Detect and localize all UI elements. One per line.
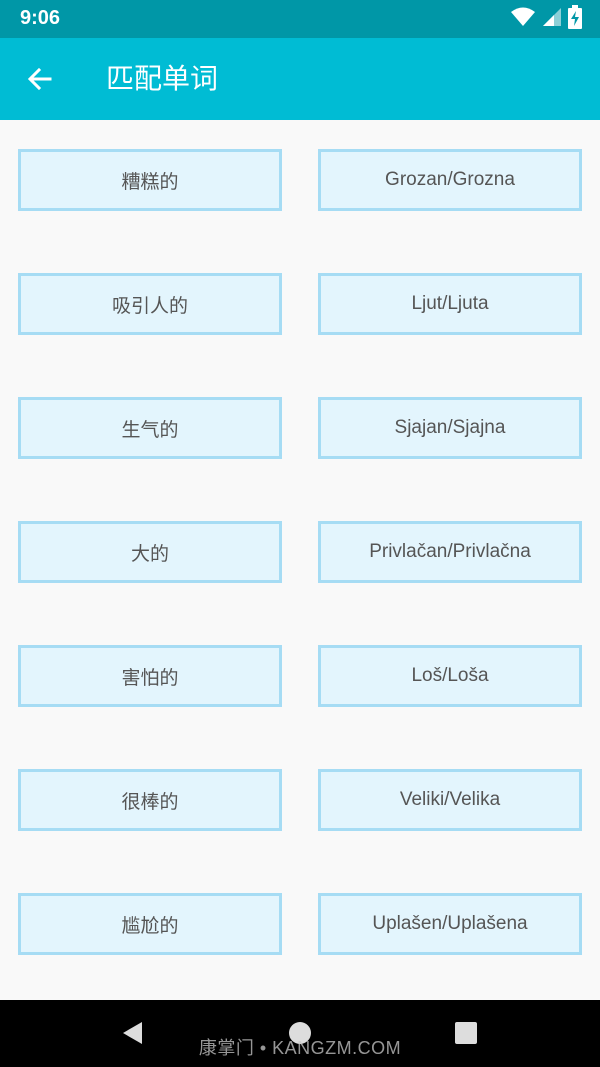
page-title: 匹配单词 — [106, 62, 219, 95]
right-word-card[interactable]: Sjajan/Sjajna — [318, 397, 582, 459]
match-words-grid: 糟糕的 Grozan/Grozna 吸引人的 Ljut/Ljuta 生气的 Sj… — [0, 120, 600, 1000]
right-word-label: Loš/Loša — [411, 665, 489, 686]
left-word-label: 大的 — [130, 542, 169, 565]
right-word-label: Ljut/Ljuta — [411, 293, 489, 314]
status-time: 9:06 — [20, 7, 61, 29]
left-word-card[interactable]: 害怕的 — [18, 645, 282, 707]
right-word-label: Veliki/Velika — [399, 789, 501, 810]
wifi-icon — [510, 6, 536, 32]
back-button[interactable] — [20, 59, 60, 99]
left-word-card[interactable]: 尴尬的 — [18, 893, 282, 955]
right-word-card[interactable]: Uplašen/Uplašena — [318, 893, 582, 955]
left-word-label: 害怕的 — [121, 666, 179, 689]
battery-charging-icon — [568, 5, 582, 33]
left-word-label: 生气的 — [121, 418, 179, 441]
left-word-card[interactable]: 很棒的 — [18, 769, 282, 831]
app-bar: 匹配单词 — [0, 38, 600, 120]
right-word-label: Sjajan/Sjajna — [394, 417, 506, 438]
left-word-label: 很棒的 — [121, 790, 179, 813]
left-word-card[interactable]: 大的 — [18, 521, 282, 583]
left-word-card[interactable]: 糟糕的 — [18, 149, 282, 211]
status-bar: 9:06 — [0, 0, 600, 38]
right-word-card[interactable]: Ljut/Ljuta — [318, 273, 582, 335]
watermark: 康掌门 • KANGZM.COM — [198, 1038, 402, 1058]
right-word-card[interactable]: Privlačan/Privlačna — [318, 521, 582, 583]
left-word-label: 尴尬的 — [121, 914, 179, 937]
right-word-label: Privlačan/Privlačna — [369, 541, 531, 562]
signal-icon — [542, 6, 562, 32]
left-word-card[interactable]: 吸引人的 — [18, 273, 282, 335]
right-word-label: Grozan/Grozna — [385, 169, 515, 190]
arrow-left-icon — [27, 67, 52, 91]
left-word-label: 糟糕的 — [121, 170, 179, 193]
status-icons — [510, 5, 582, 33]
left-word-label: 吸引人的 — [111, 294, 188, 317]
left-word-card[interactable]: 生气的 — [18, 397, 282, 459]
right-word-card[interactable]: Loš/Loša — [318, 645, 582, 707]
right-word-label: Uplašen/Uplašena — [372, 913, 528, 934]
right-word-card[interactable]: Veliki/Velika — [318, 769, 582, 831]
right-word-card[interactable]: Grozan/Grozna — [318, 149, 582, 211]
